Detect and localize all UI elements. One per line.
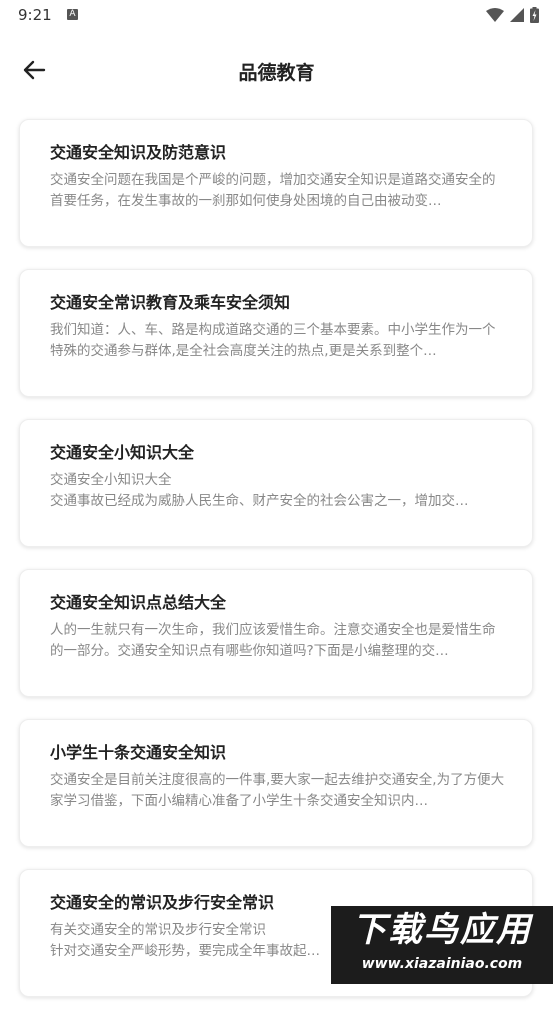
watermark-url: www.xiazainiao.com <box>361 956 523 972</box>
article-card[interactable]: 交通安全常识教育及乘车安全须知 我们知道：人、车、路是构成道路交通的三个基本要素… <box>19 269 533 397</box>
article-card[interactable]: 交通安全知识及防范意识 交通安全问题在我国是个严峻的问题，增加交通安全知识是道路… <box>19 119 533 247</box>
article-summary: 交通安全是目前关注度很高的一件事,要大家一起去维护交通安全,为了方便大家学习借鉴… <box>50 772 505 809</box>
article-title: 小学生十条交通安全知识 <box>50 743 227 762</box>
status-bar: 9:21 A <box>0 0 553 30</box>
wifi-icon <box>486 8 504 22</box>
article-summary: 交通安全小知识大全 交通事故已经成为威胁人民生命、财产安全的社会公害之一，增加交… <box>50 472 469 509</box>
article-summary: 交通安全问题在我国是个严峻的问题，增加交通安全知识是道路交通安全的首要任务，在发… <box>50 172 496 209</box>
watermark-title: 下载鸟应用 <box>352 910 532 950</box>
article-card[interactable]: 交通安全知识点总结大全 人的一生就只有一次生命，我们应该爱惜生命。注意交通安全也… <box>19 569 533 697</box>
app-header: 品德教育 <box>0 40 553 100</box>
watermark-logo: 下载鸟应用 www.xiazainiao.com <box>331 906 553 984</box>
page-title: 品德教育 <box>238 62 315 84</box>
signal-icon <box>510 8 524 22</box>
article-list: 交通安全知识及防范意识 交通安全问题在我国是个严峻的问题，增加交通安全知识是道路… <box>19 119 533 1019</box>
article-card[interactable]: 交通安全小知识大全 交通安全小知识大全 交通事故已经成为威胁人民生命、财产安全的… <box>19 419 533 547</box>
notification-a-icon: A <box>67 9 78 20</box>
article-title: 交通安全常识教育及乘车安全须知 <box>50 293 291 312</box>
article-summary: 人的一生就只有一次生命，我们应该爱惜生命。注意交通安全也是爱惜生命的一部分。交通… <box>50 622 496 659</box>
article-card[interactable]: 小学生十条交通安全知识 交通安全是目前关注度很高的一件事,要大家一起去维护交通安… <box>19 719 533 847</box>
article-summary: 我们知道：人、车、路是构成道路交通的三个基本要素。中小学生作为一个特殊的交通参与… <box>50 322 496 359</box>
battery-icon <box>530 7 539 23</box>
status-icons <box>486 6 539 24</box>
article-title: 交通安全知识及防范意识 <box>50 143 227 162</box>
article-title: 交通安全知识点总结大全 <box>50 593 227 612</box>
article-title: 交通安全小知识大全 <box>50 443 195 462</box>
status-time: 9:21 <box>18 6 52 24</box>
